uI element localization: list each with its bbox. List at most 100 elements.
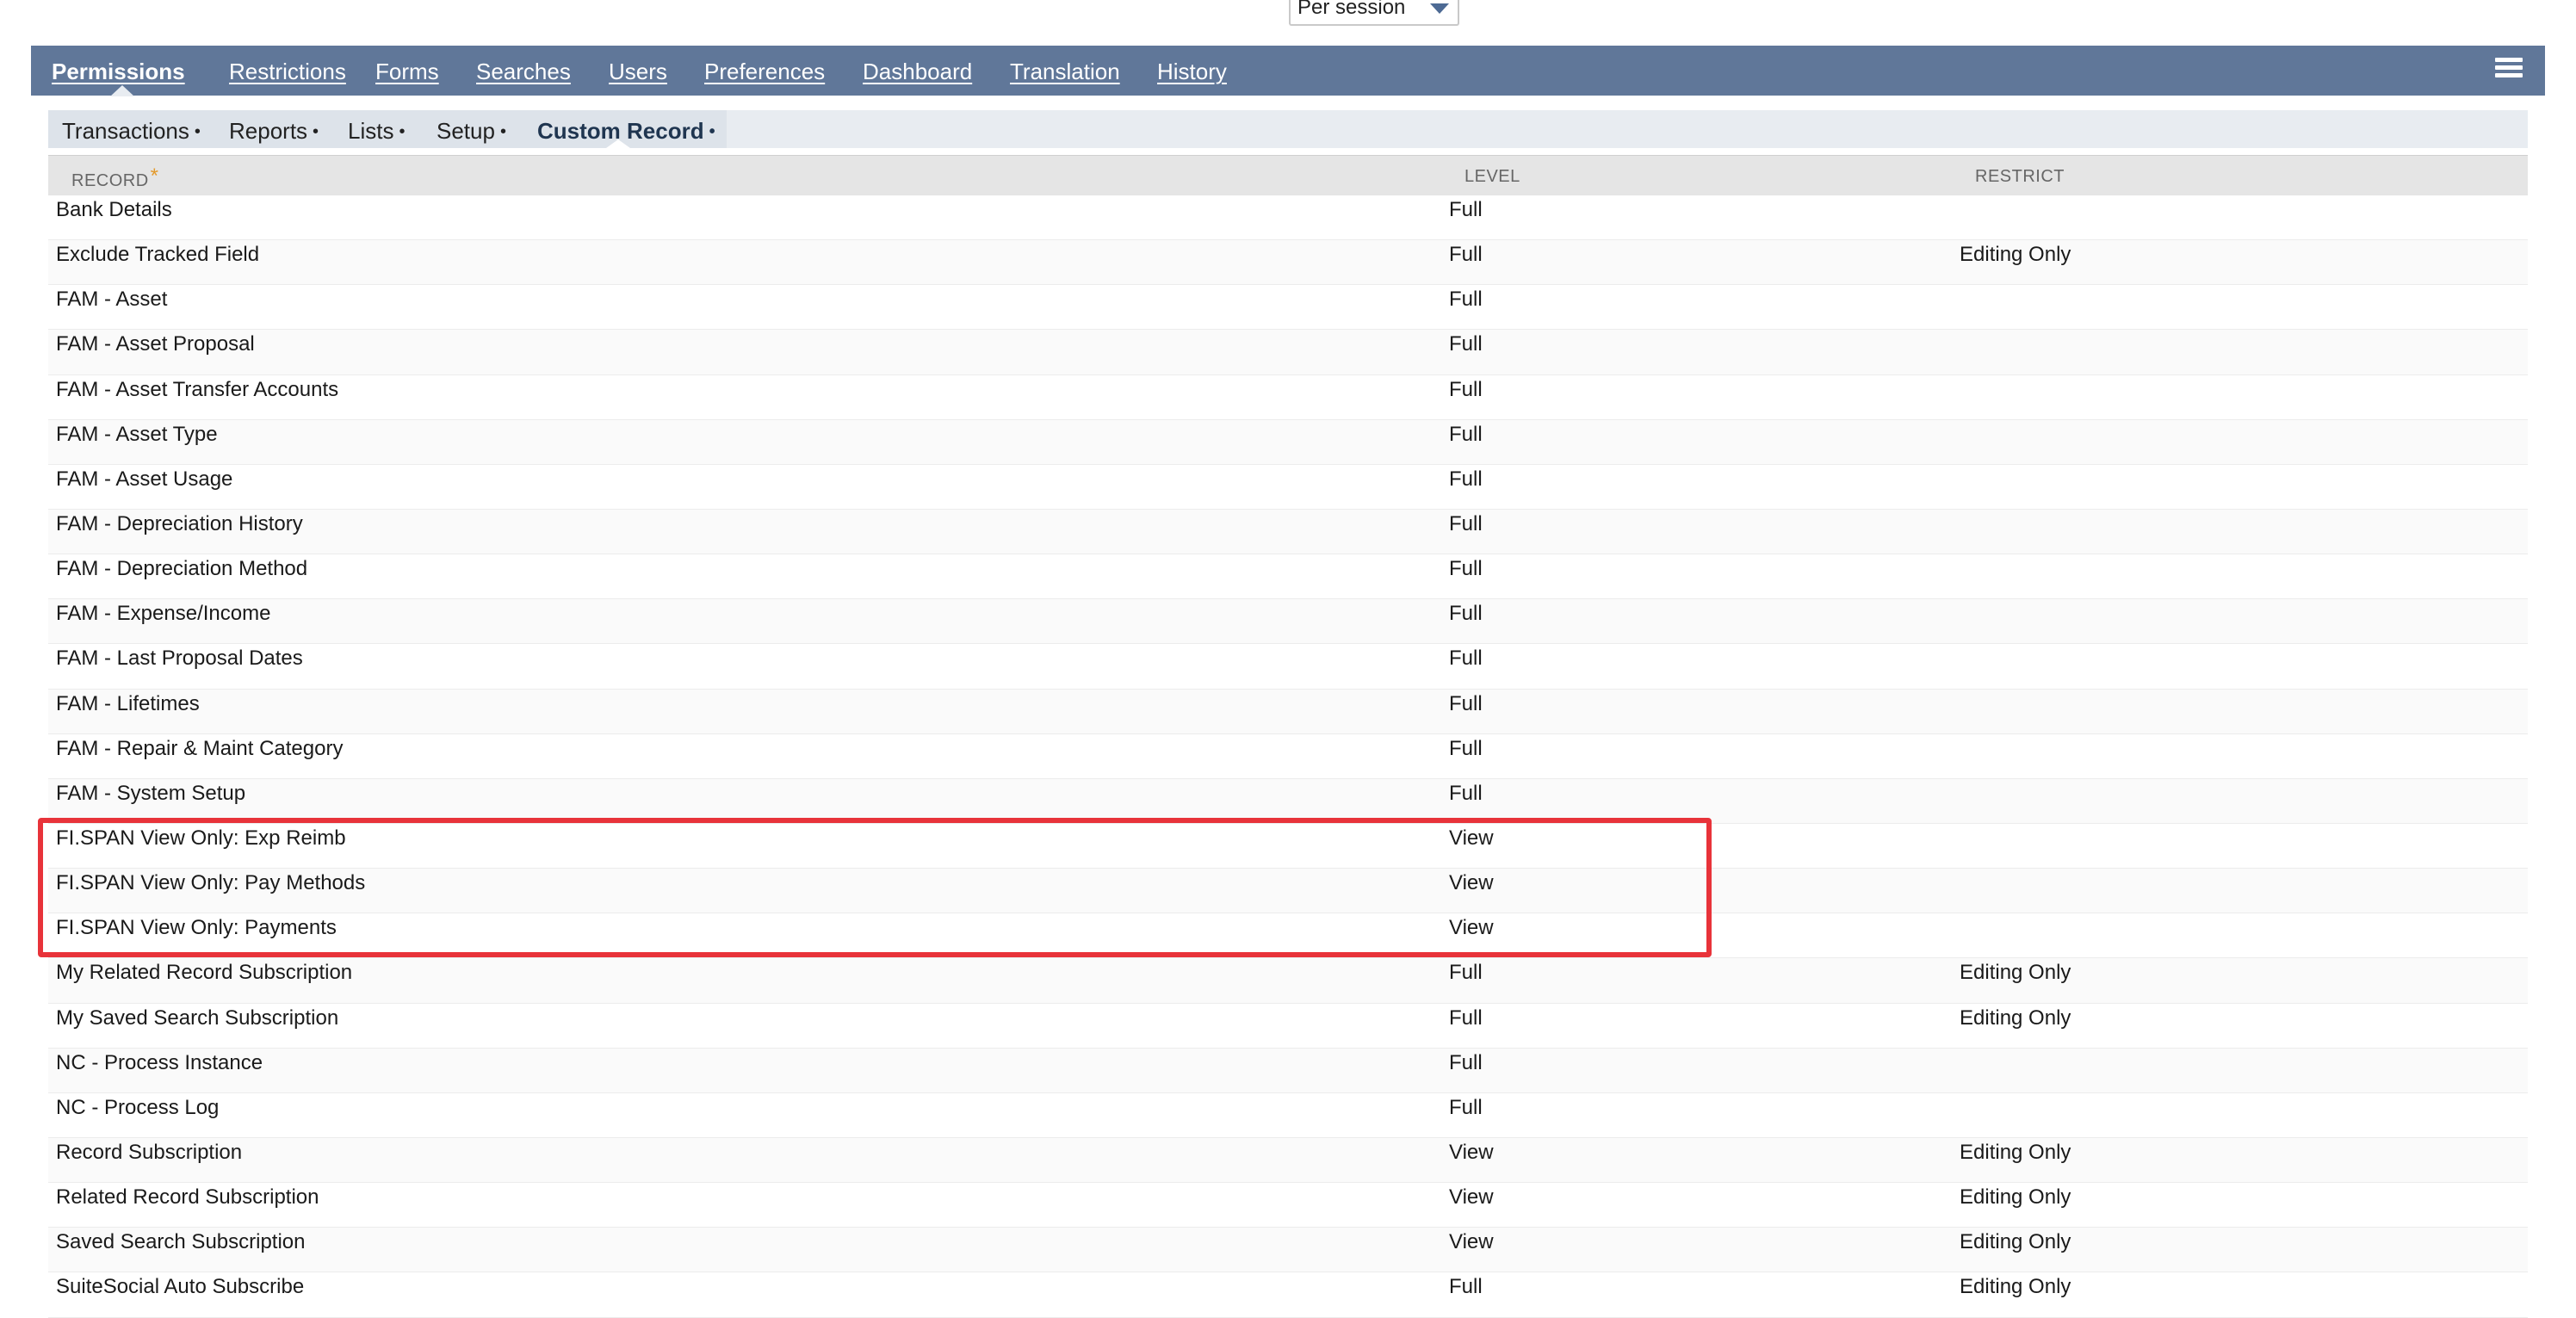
- record-cell: FAM - Depreciation History: [56, 511, 303, 535]
- tab-translation[interactable]: Translation: [1010, 46, 1120, 96]
- table-row[interactable]: FAM - Asset Usage Full: [48, 465, 2528, 510]
- table-row[interactable]: FAM - Depreciation Method Full: [48, 554, 2528, 600]
- subtab-dot: •: [194, 122, 201, 141]
- required-marker: *: [150, 164, 159, 188]
- tab-forms[interactable]: Forms: [375, 46, 439, 96]
- restrict-cell: Editing Only: [1960, 1006, 2071, 1030]
- level-cell: Full: [1449, 691, 1483, 715]
- level-cell: Full: [1449, 647, 1483, 671]
- tab-preferences[interactable]: Preferences: [704, 46, 825, 96]
- header-restrict: RESTRICT: [1975, 167, 2065, 186]
- subtab-transactions[interactable]: Transactions •: [62, 110, 201, 148]
- restrict-cell: Editing Only: [1960, 961, 2071, 985]
- record-cell: FAM - Asset Usage: [56, 467, 233, 491]
- restrict-cell: Editing Only: [1960, 1140, 2071, 1164]
- record-cell: Bank Details: [56, 198, 172, 221]
- restrict-cell: Editing Only: [1960, 243, 2071, 267]
- per-session-value: Per session: [1297, 0, 1406, 19]
- level-cell: Full: [1449, 1050, 1483, 1074]
- level-cell: Full: [1449, 288, 1483, 312]
- record-cell: FAM - Repair & Maint Category: [56, 736, 344, 760]
- record-cell: FAM - Last Proposal Dates: [56, 647, 303, 671]
- restrict-cell: Editing Only: [1960, 1275, 2071, 1299]
- subtab-reports[interactable]: Reports •: [229, 110, 319, 148]
- record-cell: FI.SPAN View Only: Payments: [56, 916, 337, 940]
- subtab-lists-label: Lists: [348, 118, 394, 144]
- level-cell: View: [1449, 916, 1494, 940]
- table-body: Bank Details Full Exclude Tracked Field Ful…: [48, 195, 2528, 1318]
- level-cell: Full: [1449, 1095, 1483, 1119]
- record-cell: FAM - Asset Transfer Accounts: [56, 377, 339, 401]
- header-record-label: RECORD: [71, 171, 149, 190]
- table-row[interactable]: FAM - Asset Type Full: [48, 419, 2528, 465]
- table-row[interactable]: Exclude Tracked Field Full Editing Only: [48, 240, 2528, 286]
- chevron-down-icon: [1430, 3, 1449, 14]
- table-row[interactable]: FAM - Lifetimes Full: [48, 689, 2528, 734]
- subtab-transactions-label: Transactions: [62, 118, 189, 144]
- table-row[interactable]: FI.SPAN View Only: Pay Methods View: [48, 869, 2528, 914]
- level-cell: Full: [1449, 467, 1483, 491]
- table-row[interactable]: FAM - Repair & Maint Category Full: [48, 734, 2528, 779]
- table-row[interactable]: FAM - Last Proposal Dates Full: [48, 644, 2528, 690]
- table-row[interactable]: FAM - Asset Proposal Full: [48, 330, 2528, 375]
- table-row[interactable]: NC - Process Log Full: [48, 1093, 2528, 1138]
- table-row[interactable]: Bank Details Full: [48, 195, 2528, 241]
- header-record: RECORD*: [71, 156, 159, 195]
- table-row[interactable]: FAM - Asset Transfer Accounts Full: [48, 375, 2528, 420]
- level-cell: Full: [1449, 602, 1483, 626]
- table-row[interactable]: FAM - Asset Full: [48, 285, 2528, 331]
- table-row[interactable]: FI.SPAN View Only: Exp Reimb View: [48, 824, 2528, 869]
- sub-nav-tabs: Transactions • Reports • Lists • Setup • Cus…: [48, 110, 727, 148]
- table-row[interactable]: Related Record Subscription View Editing O…: [48, 1183, 2528, 1228]
- record-cell: FAM - Asset Proposal: [56, 332, 255, 356]
- tab-searches[interactable]: Searches: [476, 46, 571, 96]
- level-cell: View: [1449, 1140, 1494, 1164]
- record-cell: Related Record Subscription: [56, 1185, 319, 1210]
- tab-history[interactable]: History: [1157, 46, 1227, 96]
- tab-users[interactable]: Users: [609, 46, 667, 96]
- level-cell: Full: [1449, 511, 1483, 535]
- level-cell: Full: [1449, 736, 1483, 760]
- per-session-select[interactable]: Per session: [1289, 0, 1459, 26]
- record-cell: My Related Record Subscription: [56, 961, 353, 985]
- level-cell: View: [1449, 871, 1494, 895]
- level-cell: Full: [1449, 961, 1483, 985]
- subtab-setup[interactable]: Setup •: [437, 110, 506, 148]
- table-row[interactable]: FI.SPAN View Only: Payments View: [48, 913, 2528, 959]
- record-cell: SuiteSocial Auto Subscribe: [56, 1275, 305, 1299]
- table-row[interactable]: FAM - Depreciation History Full: [48, 509, 2528, 555]
- record-cell: My Saved Search Subscription: [56, 1006, 339, 1030]
- subtab-setup-label: Setup: [437, 118, 495, 144]
- tab-dashboard[interactable]: Dashboard: [863, 46, 972, 96]
- record-cell: Record Subscription: [56, 1140, 243, 1164]
- menu-icon[interactable]: [2495, 58, 2523, 84]
- table-row[interactable]: SuiteSocial Auto Subscribe Full Editing On…: [48, 1272, 2528, 1318]
- level-cell: Full: [1449, 1006, 1483, 1030]
- table-row[interactable]: Record Subscription View Editing Only: [48, 1137, 2528, 1184]
- subtab-dot: •: [399, 122, 406, 141]
- record-cell: NC - Process Log: [56, 1095, 220, 1119]
- level-cell: Full: [1449, 781, 1483, 805]
- subtab-lists[interactable]: Lists •: [348, 110, 405, 148]
- active-tab-caret: [110, 85, 134, 96]
- level-cell: Full: [1449, 557, 1483, 581]
- record-cell: FAM - Asset Type: [56, 422, 218, 446]
- subtab-dot: •: [499, 122, 506, 141]
- restrict-cell: Editing Only: [1960, 1185, 2071, 1210]
- record-cell: FAM - Asset: [56, 288, 168, 312]
- tab-restrictions[interactable]: Restrictions: [229, 46, 346, 96]
- table-row[interactable]: NC - Process Instance Full: [48, 1048, 2528, 1093]
- table-row[interactable]: Saved Search Subscription View Editing Onl…: [48, 1228, 2528, 1273]
- level-cell: Full: [1449, 332, 1483, 356]
- table-row[interactable]: My Related Record Subscription Full Editin…: [48, 958, 2528, 1004]
- subtab-dot: •: [313, 122, 319, 141]
- table-row[interactable]: FAM - System Setup Full: [48, 778, 2528, 824]
- level-cell: Full: [1449, 422, 1483, 446]
- level-cell: View: [1449, 1185, 1494, 1210]
- header-level: LEVEL: [1464, 167, 1520, 186]
- subtab-dot: •: [709, 122, 715, 141]
- level-cell: Full: [1449, 243, 1483, 267]
- subtab-reports-label: Reports: [229, 118, 308, 144]
- table-row[interactable]: My Saved Search Subscription Full Editing …: [48, 1004, 2528, 1049]
- table-row[interactable]: FAM - Expense/Income Full: [48, 599, 2528, 645]
